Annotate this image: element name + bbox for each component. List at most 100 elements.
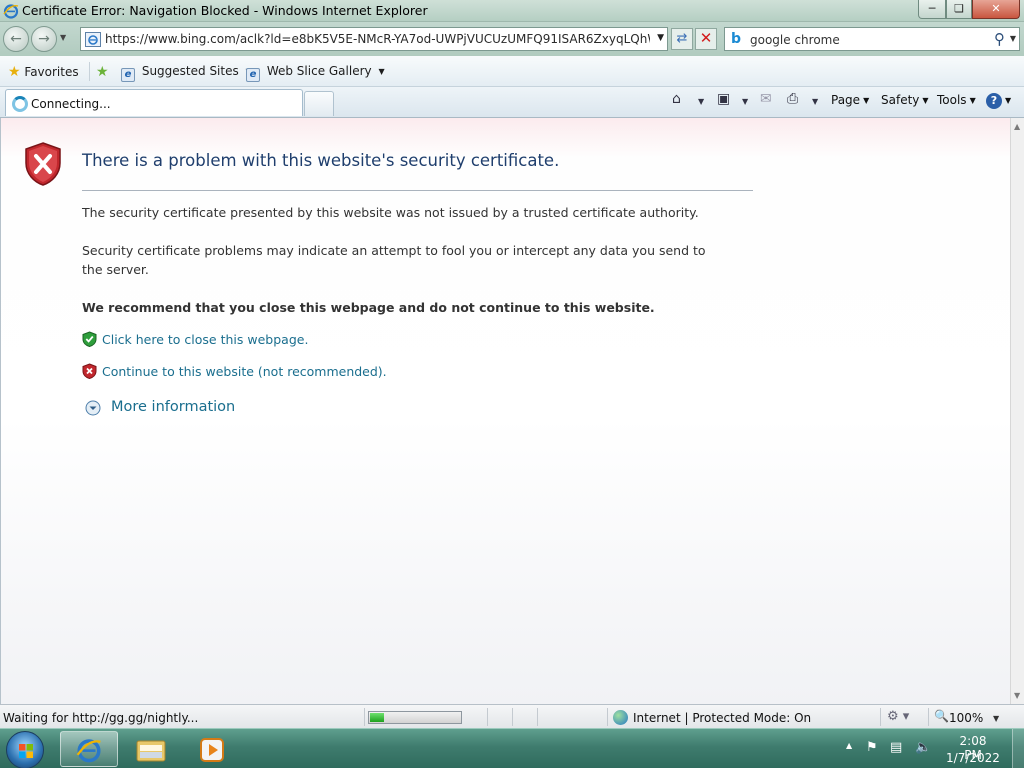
safety-menu[interactable]: Safety ▼: [881, 93, 929, 107]
divider: [89, 62, 90, 81]
show-desktop-button[interactable]: [1012, 729, 1024, 768]
folder-icon: [136, 740, 166, 762]
chevron-down-icon[interactable]: ▼: [993, 714, 999, 723]
close-webpage-link[interactable]: Click here to close this webpage.: [102, 332, 308, 347]
bing-icon: b: [731, 31, 742, 47]
favorites-button[interactable]: ★ Favorites: [8, 64, 79, 80]
divider: [607, 708, 608, 726]
ie-page-icon: e: [246, 68, 260, 82]
help-menu[interactable]: ? ▼: [986, 93, 1011, 109]
unsafe-shield-icon: [82, 363, 97, 379]
divider: [537, 708, 538, 726]
home-icon[interactable]: ⌂: [672, 91, 681, 109]
recent-pages-dropdown-icon[interactable]: ▼: [60, 33, 66, 42]
search-query[interactable]: google chrome: [750, 33, 840, 47]
status-text: Waiting for http://gg.gg/nightly...: [3, 711, 199, 725]
network-icon[interactable]: ▤: [890, 740, 902, 755]
taskbar: ▲ ⚑ ▤ 🔈 2:08 PM 1/7/2022: [0, 728, 1024, 768]
chevron-down-icon: ▼: [969, 96, 976, 105]
loading-progress-bar: [368, 711, 462, 724]
more-information-link[interactable]: More information: [111, 399, 235, 415]
address-dropdown-icon[interactable]: ▼: [657, 33, 664, 43]
taskbar-internet-explorer[interactable]: [60, 731, 118, 767]
tab-label: Connecting...: [31, 97, 111, 111]
url-text[interactable]: https://www.bing.com/aclk?ld=e8bK5V5E-NM…: [105, 32, 650, 48]
read-mail-icon[interactable]: ✉: [760, 91, 772, 109]
zoom-level[interactable]: 100%: [949, 711, 983, 725]
search-options-dropdown-icon[interactable]: ▼: [1010, 34, 1016, 43]
internet-explorer-icon: [3, 4, 19, 19]
zoom-icon[interactable]: 🔍: [934, 709, 949, 723]
refresh-button[interactable]: ⇄: [671, 28, 693, 50]
suggested-sites-label: Suggested Sites: [141, 64, 239, 78]
vertical-scrollbar[interactable]: ▲ ▼: [1010, 118, 1024, 704]
web-slice-gallery-label: Web Slice Gallery: [266, 64, 372, 78]
certificate-explanation: The security certificate presented by th…: [82, 205, 699, 220]
title-bar: Certificate Error: Navigation Blocked - …: [0, 0, 1024, 22]
divider: [487, 708, 488, 726]
page-content: There is a problem with this website's s…: [0, 118, 1010, 704]
page-menu[interactable]: Page ▼: [831, 93, 869, 107]
forward-button[interactable]: →: [31, 26, 57, 52]
security-zone-text[interactable]: Internet | Protected Mode: On: [633, 711, 811, 725]
chevron-down-icon: ▼: [1005, 96, 1012, 105]
certificate-warning: Security certificate problems may indica…: [82, 243, 706, 277]
help-icon: ?: [986, 93, 1002, 109]
back-button[interactable]: ←: [3, 26, 29, 52]
tools-menu-label: Tools: [937, 93, 967, 107]
add-favorite-icon: ★: [96, 64, 109, 80]
divider: [82, 190, 753, 191]
suggested-sites-link[interactable]: e Suggested Sites ▼: [121, 64, 252, 82]
taskbar-media-player[interactable]: [184, 731, 242, 767]
internet-explorer-icon: [76, 739, 101, 763]
continue-to-website-link[interactable]: Continue to this website (not recommende…: [102, 364, 387, 379]
internet-zone-icon[interactable]: [613, 710, 628, 725]
tools-menu[interactable]: Tools ▼: [937, 93, 976, 107]
new-tab-button[interactable]: [304, 91, 334, 116]
divider: [364, 708, 365, 726]
recommendation-text: We recommend that you close this webpage…: [82, 300, 655, 315]
stop-button[interactable]: ✕: [695, 28, 717, 50]
minimize-button[interactable]: ─: [918, 0, 946, 19]
print-icon[interactable]: ⎙: [787, 91, 798, 109]
divider: [880, 708, 881, 726]
divider: [928, 708, 929, 726]
taskbar-windows-explorer[interactable]: [122, 731, 180, 767]
media-player-icon: [200, 738, 224, 762]
divider: [512, 708, 513, 726]
status-bar: Waiting for http://gg.gg/nightly... Inte…: [0, 704, 1024, 728]
chevron-down-icon[interactable]: ▼: [742, 97, 748, 115]
chevron-down-icon: ▼: [378, 67, 385, 76]
add-to-favorites-button[interactable]: ★: [96, 64, 109, 80]
show-hidden-icons-button[interactable]: ▲: [846, 741, 852, 750]
chevron-down-icon[interactable]: ▼: [812, 97, 818, 115]
page-menu-label: Page: [831, 93, 861, 107]
start-button[interactable]: [6, 731, 44, 768]
feeds-icon[interactable]: ▣: [717, 91, 730, 109]
popup-blocker-icon[interactable]: ⚙ ▾: [887, 709, 909, 724]
command-bar: Connecting... ⌂ ▼ ▣ ▼ ✉ ⎙ ▼ Page ▼ Safety…: [0, 87, 1024, 118]
web-slice-gallery-link[interactable]: e Web Slice Gallery ▼: [246, 64, 385, 82]
action-center-flag-icon[interactable]: ⚑: [866, 740, 878, 755]
scroll-down-icon[interactable]: ▼: [1014, 691, 1020, 700]
volume-icon[interactable]: 🔈: [915, 740, 931, 755]
progress-fill: [370, 713, 384, 722]
expand-circle-icon[interactable]: [85, 400, 101, 416]
favorites-label: Favorites: [24, 65, 79, 79]
error-shield-icon: [25, 142, 61, 186]
ie-page-icon: e: [121, 68, 135, 82]
window-title: Certificate Error: Navigation Blocked - …: [22, 3, 428, 18]
chevron-down-icon[interactable]: ▼: [698, 97, 704, 115]
scroll-up-icon[interactable]: ▲: [1014, 122, 1020, 131]
close-window-button[interactable]: ✕: [972, 0, 1020, 19]
search-box[interactable]: b google chrome ⚲ ▼: [724, 27, 1020, 51]
safety-menu-label: Safety: [881, 93, 920, 107]
safe-shield-icon: [82, 331, 97, 347]
chevron-down-icon: ▼: [922, 96, 929, 105]
clock-date[interactable]: 1/7/2022: [946, 751, 1000, 765]
address-bar[interactable]: https://www.bing.com/aclk?ld=e8bK5V5E-NM…: [80, 27, 668, 51]
favorites-bar: ★ Favorites ★ e Suggested Sites ▼ e Web …: [0, 56, 1024, 87]
tab-connecting[interactable]: Connecting...: [5, 89, 303, 116]
search-icon[interactable]: ⚲: [994, 30, 1005, 48]
maximize-button[interactable]: ❏: [946, 0, 972, 19]
